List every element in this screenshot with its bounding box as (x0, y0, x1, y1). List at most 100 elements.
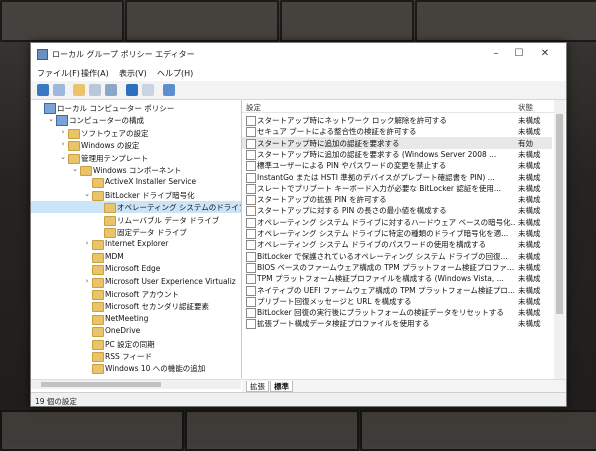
close-button[interactable]: ✕ (535, 47, 555, 61)
expander-icon[interactable]: ⌄ (59, 153, 67, 163)
tree-item[interactable]: ActiveX Installer Service (31, 176, 241, 189)
help-icon[interactable] (126, 84, 138, 96)
tree-item[interactable]: Windows 10 への機能の追加 (31, 362, 241, 375)
expander-icon[interactable]: ⌄ (71, 165, 79, 175)
policy-row[interactable]: スタートアップ時に追加の認証を要求する (Windows Server 2008… (242, 148, 552, 160)
tab-extended[interactable]: 拡張 (246, 381, 269, 392)
brick (280, 0, 414, 42)
expander-icon[interactable] (83, 301, 91, 311)
menu-action[interactable]: 操作(A) (81, 68, 109, 79)
back-arrow-icon[interactable] (37, 84, 49, 96)
expander-icon[interactable] (95, 227, 103, 237)
scrollbar-thumb[interactable] (556, 114, 563, 314)
status-text: 19 個の設定 (35, 397, 77, 406)
tree-item[interactable]: 固定データ ドライブ (31, 226, 241, 238)
show-hide-tree-icon[interactable] (89, 84, 101, 96)
expander-icon[interactable] (83, 264, 91, 274)
tree-item[interactable]: › Windows の設定 (31, 139, 241, 152)
policy-row[interactable]: ネイティブの UEFI ファームウェア構成の TPM プラットフォーム検証プロ.… (242, 284, 552, 296)
expander-icon[interactable]: ⌄ (47, 115, 55, 125)
expander-icon[interactable] (83, 289, 91, 299)
scrollbar-thumb[interactable] (41, 382, 161, 387)
expander-icon[interactable]: › (83, 277, 91, 287)
forward-arrow-icon[interactable] (53, 84, 65, 96)
computer-icon (44, 103, 56, 114)
tree-item[interactable]: › Microsoft User Experience Virtualiz (31, 276, 241, 288)
menu-help[interactable]: ヘルプ(H) (157, 68, 193, 79)
expander-icon[interactable] (83, 351, 91, 361)
policy-row[interactable]: スタートアップ時に追加の認証を要求する 有効 (242, 136, 552, 149)
policy-row[interactable]: オペレーティング システム ドライブに対するハードウェア ベースの暗号化... 未… (242, 216, 552, 228)
expander-icon[interactable]: › (59, 140, 67, 150)
policy-row[interactable]: 拡張ブート構成データ検証プロファイルを使用する 未構成 (242, 317, 552, 330)
tree-item[interactable]: ⌄ コンピューターの構成 (31, 114, 241, 127)
app-icon (37, 49, 48, 60)
policy-row[interactable]: 標準ユーザーによる PIN やパスワードの変更を禁止する 未構成 (242, 159, 552, 172)
policy-row[interactable]: BitLocker で保護されているオペレーティング システム ドライブの回復.… (242, 250, 552, 262)
policy-row[interactable]: BitLocker 回復の実行後にプラットフォームの検証データをリセットする 未構… (242, 306, 552, 319)
tree-item-label: MDM (105, 251, 124, 261)
settings-vertical-scrollbar[interactable] (554, 100, 565, 380)
tree-item[interactable]: リムーバブル データ ドライブ (31, 214, 241, 226)
tree-item[interactable]: ⌄ 管理用テンプレート (31, 152, 241, 164)
maximize-button[interactable]: ☐ (509, 47, 529, 61)
tree-item[interactable]: RSS フィード (31, 350, 241, 362)
properties-icon[interactable] (142, 84, 154, 96)
policy-row[interactable]: スタートアップに対する PIN の長さの最小値を構成する 未構成 (242, 204, 552, 217)
brick (185, 410, 359, 451)
tree-item[interactable]: ⌄ Windows コンポーネント (31, 164, 241, 176)
tree-item[interactable]: Microsoft アカウント (31, 288, 241, 300)
policy-row[interactable]: TPM プラットフォーム検証プロファイルを構成する (Windows Vista… (242, 272, 552, 285)
tree-item[interactable]: ローカル コンピューター ポリシー (31, 102, 241, 114)
up-folder-icon[interactable] (73, 84, 85, 96)
tree-item[interactable]: PC 設定の同期 (31, 338, 241, 350)
tree-item-label: Windows コンポーネント (93, 166, 182, 175)
expander-icon[interactable] (35, 103, 43, 113)
tree-horizontal-scrollbar[interactable] (31, 379, 241, 389)
expander-icon[interactable] (83, 314, 91, 324)
tree-item-label: Windows 10 への機能の追加 (105, 364, 206, 374)
group-policy-editor-window: ローカル グループ ポリシー エディター – ☐ ✕ ファイル(F) 操作(A)… (30, 42, 567, 407)
expander-icon[interactable]: › (83, 239, 91, 249)
column-header-row: 設定 状態 (242, 100, 566, 113)
tree-item[interactable]: Microsoft Edge (31, 263, 241, 276)
menu-file[interactable]: ファイル(F) (37, 68, 80, 79)
brick (0, 0, 124, 42)
expander-icon[interactable] (95, 202, 103, 212)
expander-icon[interactable] (83, 177, 91, 187)
tree-item-label: ローカル コンピューター ポリシー (57, 104, 175, 113)
minimize-button[interactable]: – (486, 47, 506, 61)
tree-item[interactable]: OneDrive (31, 325, 241, 338)
tree-item[interactable]: ⌄ BitLocker ドライブ暗号化 (31, 189, 241, 201)
filter-icon[interactable] (163, 84, 175, 96)
tree-item[interactable]: MDM (31, 251, 241, 263)
expander-icon[interactable] (83, 363, 91, 373)
policy-row[interactable]: InstantGo または HSTI 準拠のデバイスがプレブート確認書を PIN… (242, 171, 552, 183)
folder-icon (92, 327, 104, 338)
tab-standard[interactable]: 標準 (270, 381, 293, 392)
policy-row[interactable]: BIOS ベースのファームウェア構成の TPM プラットフォーム検証プロファ..… (242, 261, 552, 273)
column-header-setting[interactable]: 設定 (246, 102, 261, 113)
policy-row[interactable]: オペレーティング システム ドライブのパスワードの使用を構成する 未構成 (242, 238, 552, 251)
menu-view[interactable]: 表示(V) (119, 68, 147, 79)
policy-row[interactable]: スタートアップの拡張 PIN を許可する 未構成 (242, 193, 552, 206)
expander-icon[interactable]: ⌄ (83, 190, 91, 200)
expander-icon[interactable] (83, 339, 91, 349)
tree-item[interactable]: › Internet Explorer (31, 238, 241, 251)
tree-item[interactable]: NetMeeting (31, 313, 241, 325)
tree-item-label: OneDrive (105, 326, 141, 336)
export-list-icon[interactable] (105, 84, 117, 96)
tree-item[interactable]: › ソフトウェアの設定 (31, 127, 241, 139)
policy-row[interactable]: オペレーティング システム ドライブに特定の種類のドライブ暗号化を適... 未構成 (242, 227, 552, 239)
policy-row[interactable]: プリブート回復メッセージと URL を構成する 未構成 (242, 295, 552, 307)
expander-icon[interactable] (83, 326, 91, 336)
policy-row[interactable]: スタートアップ時にネットワーク ロック解除を許可する 未構成 (242, 114, 552, 126)
column-header-state[interactable]: 状態 (518, 102, 533, 113)
tree-item[interactable]: Microsoft セカンダリ認証要素 (31, 300, 241, 313)
expander-icon[interactable] (83, 252, 91, 262)
policy-row[interactable]: セキュア ブートによる整合性の検証を許可する 未構成 (242, 125, 552, 138)
expander-icon[interactable] (95, 215, 103, 225)
policy-row[interactable]: スレートでプリブート キーボード入力が必要な BitLocker 認証を使用..… (242, 182, 552, 194)
expander-icon[interactable]: › (59, 128, 67, 138)
tree-item[interactable]: オペレーティング システムのドライブ (31, 201, 241, 214)
